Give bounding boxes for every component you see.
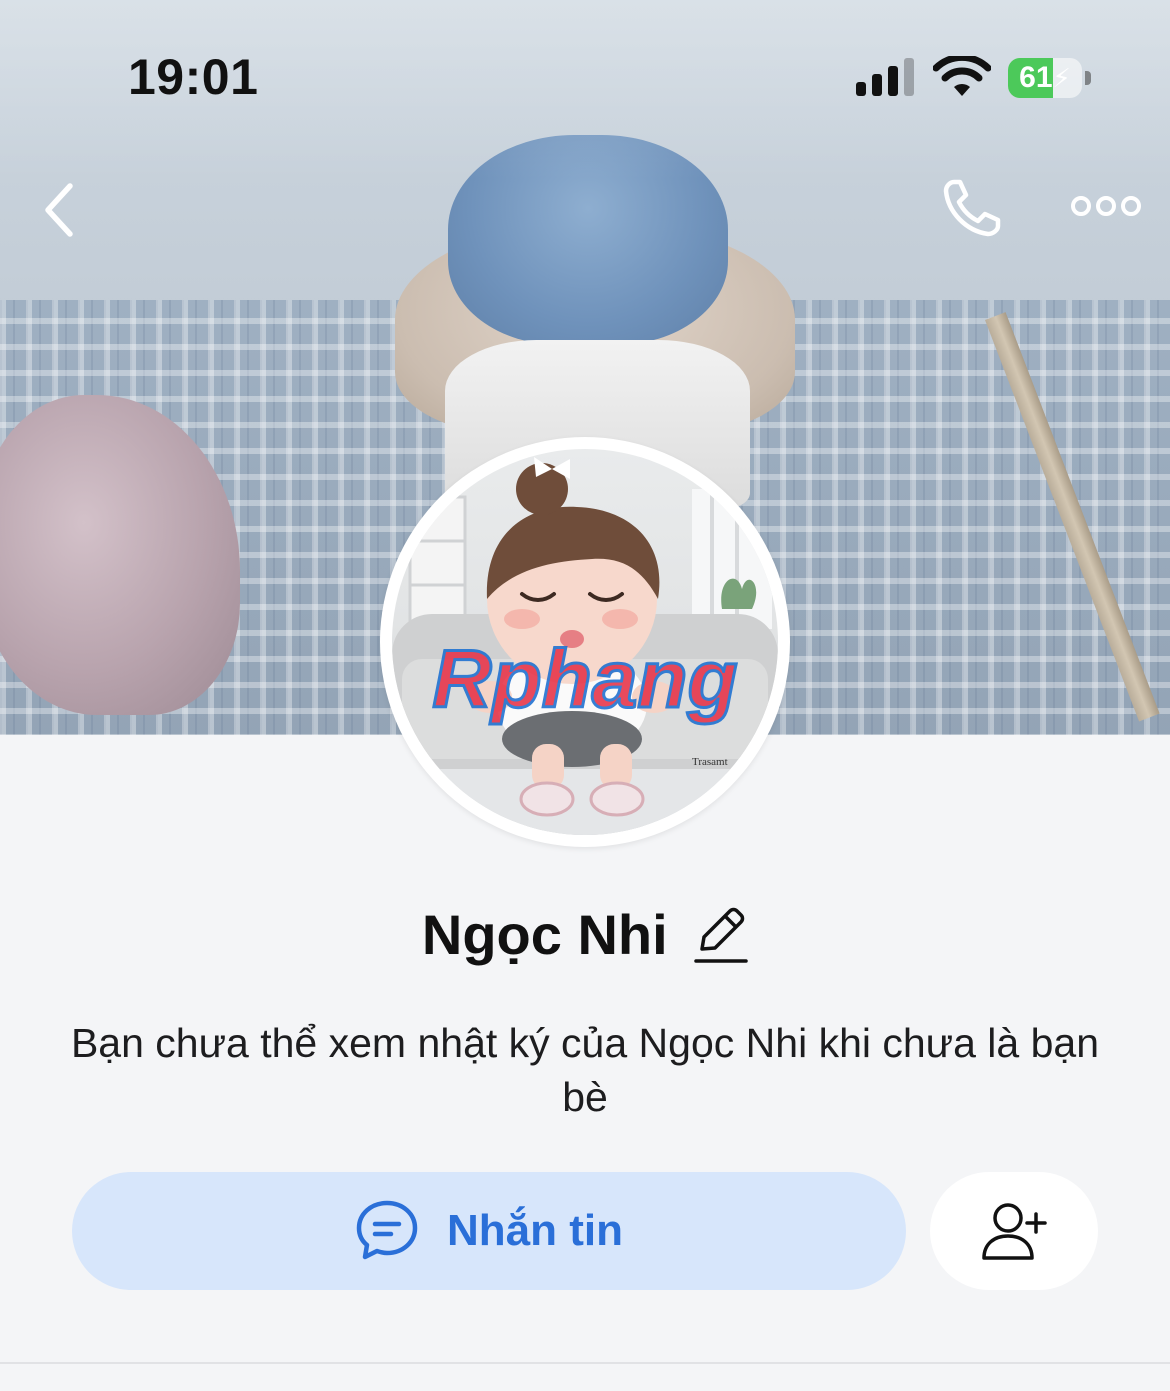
avatar-watermark: Rphang (432, 634, 737, 725)
chat-bubble-icon (356, 1200, 418, 1260)
add-friend-icon (982, 1203, 1047, 1260)
status-time: 19:01 (128, 49, 259, 105)
battery-level: 61⚡ (1019, 61, 1071, 94)
privacy-notice: Bạn chưa thể xem nhật ký của Ngọc Nhi kh… (70, 1020, 1100, 1120)
more-horizontal-icon[interactable] (1071, 194, 1141, 218)
battery-body: 61⚡ (1008, 58, 1082, 98)
battery-cap (1085, 71, 1091, 85)
pencil-icon[interactable] (694, 905, 748, 965)
message-button[interactable]: Nhắn tin (72, 1172, 906, 1290)
add-friend-button[interactable] (930, 1172, 1098, 1290)
avatar-image: Rphang Trasamt (392, 449, 778, 835)
message-button-label: Nhắn tin (447, 1206, 623, 1255)
signal-icon (856, 58, 914, 96)
profile-name: Ngọc Nhi (421, 903, 668, 966)
section-divider (0, 1362, 1170, 1364)
avatar-illustration: Rphang Trasamt (392, 457, 778, 835)
avatar[interactable]: Rphang Trasamt (380, 437, 790, 847)
avatar-caption: Trasamt (692, 756, 728, 768)
chevron-left-icon[interactable] (40, 180, 80, 240)
wifi-icon (933, 56, 991, 96)
profile-name-row: Ngọc Nhi (0, 902, 1170, 982)
phone-icon[interactable] (940, 176, 1004, 240)
battery-charging-icon: 61⚡ (1008, 58, 1092, 98)
